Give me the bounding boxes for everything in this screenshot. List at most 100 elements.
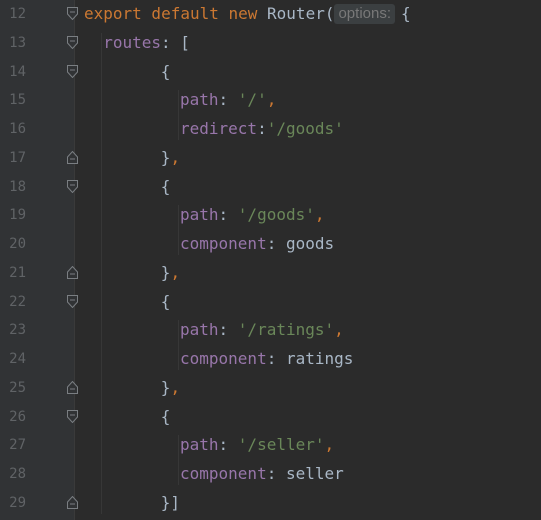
code-line[interactable]: 15 path: '/', — [0, 86, 541, 115]
line-number: 25 — [9, 379, 26, 396]
code-line[interactable]: 17}, — [0, 144, 541, 173]
code-line[interactable]: 13 routes: [ — [0, 29, 541, 58]
line-number: 23 — [9, 322, 26, 339]
indent-guide — [101, 32, 103, 514]
line-number: 14 — [9, 63, 26, 80]
code-token: component — [180, 464, 267, 483]
code-text[interactable]: path: '/goods', — [180, 201, 325, 230]
code-text[interactable]: }, — [161, 374, 180, 403]
code-line[interactable]: 25}, — [0, 374, 541, 403]
code-token: { — [401, 4, 411, 23]
code-line[interactable]: 23 path: '/ratings', — [0, 316, 541, 345]
code-text[interactable]: path: '/', — [180, 86, 276, 115]
fold-close-icon[interactable] — [67, 150, 78, 164]
line-number: 21 — [9, 264, 26, 281]
fold-open-icon[interactable] — [67, 35, 78, 49]
code-token: : — [257, 119, 267, 138]
code-text[interactable]: }] — [161, 489, 180, 518]
line-number: 24 — [9, 351, 26, 367]
code-token: : seller — [266, 464, 344, 483]
code-text[interactable]: export default new Router(options: { — [84, 0, 411, 29]
code-text[interactable]: path: '/seller', — [180, 431, 334, 460]
code-token: } — [160, 147, 171, 167]
code-line[interactable]: 22 { — [0, 288, 541, 317]
fold-open-icon[interactable] — [67, 409, 78, 423]
code-line[interactable]: 27 path: '/seller', — [0, 431, 541, 460]
fold-open-icon[interactable] — [67, 7, 78, 20]
code-editor[interactable]: 12 export default new Router(options: { 13 r… — [0, 0, 541, 520]
code-text[interactable]: }, — [161, 259, 180, 288]
code-line[interactable]: 26 { — [0, 403, 541, 432]
code-text[interactable]: { — [161, 58, 171, 87]
line-number: 15 — [9, 92, 26, 109]
line-number: 18 — [9, 178, 26, 195]
code-text[interactable]: component: ratings — [180, 345, 353, 374]
fold-close-icon[interactable] — [67, 495, 78, 509]
code-line[interactable]: 14 { — [0, 58, 541, 87]
code-token: path — [180, 435, 219, 455]
code-line[interactable]: 29}] — [0, 489, 541, 518]
code-token: component — [180, 349, 267, 368]
code-token: routes — [103, 32, 161, 52]
code-token: : — [218, 90, 238, 110]
line-number: 12 — [9, 6, 26, 22]
fold-open-icon[interactable] — [67, 64, 78, 78]
code-token: , — [324, 435, 335, 455]
code-line[interactable]: 24 component: ratings — [0, 345, 541, 374]
code-token: , — [266, 90, 277, 110]
code-text[interactable]: }, — [161, 144, 180, 173]
fold-open-icon[interactable] — [67, 294, 78, 308]
code-line[interactable]: 21}, — [0, 259, 541, 288]
code-token: , — [334, 320, 344, 340]
code-token: : — [218, 320, 238, 340]
code-token: : [ — [160, 32, 190, 52]
code-token: , — [314, 205, 325, 225]
code-token: '/ratings' — [237, 320, 335, 340]
code-text[interactable]: routes: [ — [103, 29, 190, 58]
code-text[interactable]: { — [161, 173, 171, 202]
indent-guide — [178, 320, 179, 370]
code-token: { — [160, 61, 171, 81]
code-text[interactable]: path: '/ratings', — [180, 316, 344, 345]
code-token: export default new — [84, 4, 268, 23]
code-token: '/' — [237, 90, 267, 110]
line-number: 27 — [9, 437, 26, 454]
code-token: { — [160, 406, 171, 426]
line-number: 17 — [9, 149, 26, 166]
code-text[interactable]: { — [161, 288, 171, 317]
code-line[interactable]: 12 export default new Router(options: { — [0, 0, 541, 29]
code-text[interactable]: component: goods — [180, 230, 334, 259]
code-line[interactable]: 20 component: goods — [0, 230, 541, 259]
code-line[interactable]: 28 component: seller — [0, 460, 541, 489]
code-token: }] — [160, 492, 181, 512]
code-line[interactable]: 19 path: '/goods', — [0, 201, 541, 230]
line-number: 22 — [9, 293, 26, 310]
line-number: 20 — [9, 236, 26, 252]
code-token: } — [160, 262, 171, 282]
code-token: '/seller' — [237, 435, 325, 455]
code-token: , — [170, 147, 181, 167]
code-token: redirect — [180, 119, 258, 138]
code-token: { — [160, 291, 171, 311]
code-token: { — [160, 176, 171, 196]
code-token: : goods — [266, 234, 335, 253]
code-text[interactable]: redirect:'/goods' — [180, 115, 344, 144]
line-number: 29 — [9, 494, 26, 511]
line-number: 16 — [9, 121, 26, 137]
indent-guide — [178, 90, 179, 140]
code-text[interactable]: { — [161, 403, 171, 432]
code-token: : — [218, 205, 238, 225]
code-token: , — [170, 377, 181, 397]
code-token: : — [218, 435, 238, 455]
code-line[interactable]: 18 { — [0, 173, 541, 202]
fold-close-icon[interactable] — [67, 265, 78, 279]
line-number: 13 — [9, 34, 26, 51]
fold-close-icon[interactable] — [67, 380, 78, 394]
code-text[interactable]: component: seller — [180, 460, 344, 489]
code-token: path — [180, 320, 219, 340]
line-number: 28 — [9, 466, 26, 482]
fold-open-icon[interactable] — [67, 179, 78, 193]
indent-guide — [178, 435, 179, 485]
code-token: Router( — [267, 4, 335, 23]
code-line[interactable]: 16 redirect:'/goods' — [0, 115, 541, 144]
